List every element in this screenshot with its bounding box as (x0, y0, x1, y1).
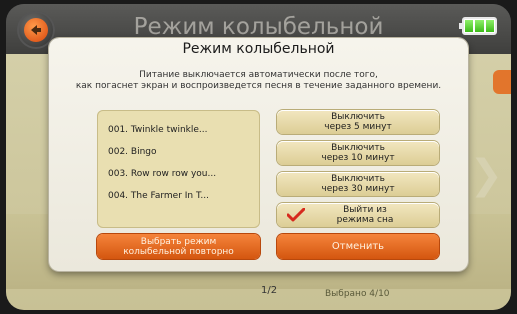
list-item: 004. The Farmer In T... (108, 191, 210, 201)
next-arrow-icon[interactable]: ❯ (469, 152, 503, 198)
lullaby-dialog: Режим колыбельной Питание выключается ав… (49, 38, 468, 271)
background-title: Режим колыбельной (133, 14, 384, 40)
background-orange-tab (493, 70, 511, 94)
list-item: 003. Row row row you... (108, 169, 217, 179)
reselect-lullaby-button[interactable]: Выбрать режим колыбельной повторно (97, 234, 260, 259)
back-arrow-icon (24, 18, 48, 42)
list-item: 002. Bingo (108, 147, 157, 157)
off-30-minutes-button[interactable]: Выключить через 30 минут (277, 172, 439, 196)
dialog-description-line2: как погаснет экран и воспроизведется пес… (75, 81, 442, 91)
off-10-minutes-button[interactable]: Выключить через 10 минут (277, 141, 439, 165)
battery-icon (459, 17, 497, 35)
page-indicator: 1/2 (261, 285, 278, 296)
off-5-minutes-button[interactable]: Выключить через 5 минут (277, 110, 439, 134)
dialog-description: Питание выключается автоматически после … (59, 70, 458, 92)
list-item: 001. Twinkle twinkle... (108, 125, 208, 135)
checkmark-icon (287, 208, 305, 222)
song-list: 001. Twinkle twinkle... 002. Bingo 003. … (97, 110, 260, 228)
cancel-button[interactable]: Отменить (277, 234, 439, 259)
dialog-title: Режим колыбельной (182, 41, 335, 57)
exit-sleep-mode-button[interactable]: Выйти из режима сна (277, 203, 439, 227)
selected-count: Выбрано 4/10 (325, 289, 390, 299)
dialog-description-line1: Питание выключается автоматически после … (139, 70, 378, 80)
